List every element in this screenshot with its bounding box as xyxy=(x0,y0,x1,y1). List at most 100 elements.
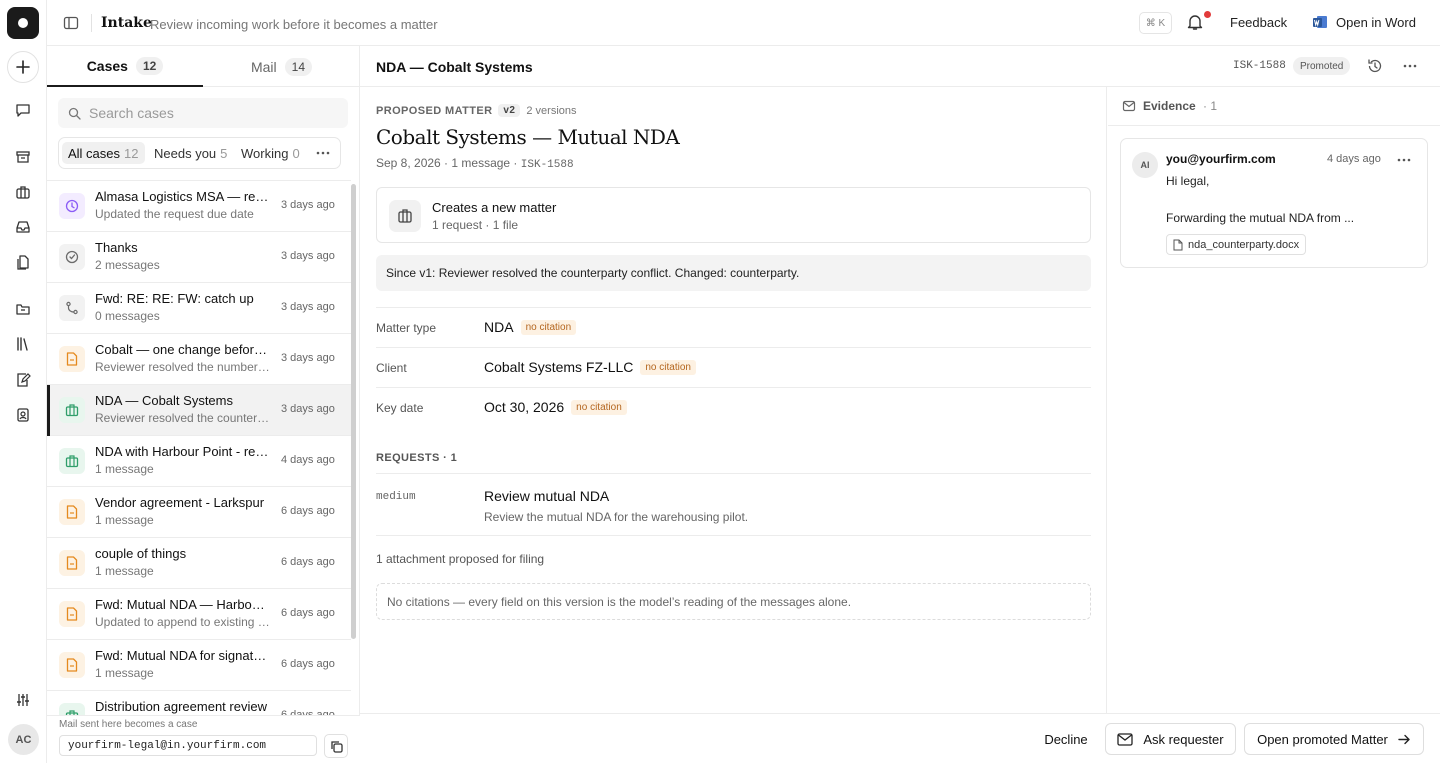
contacts-icon[interactable] xyxy=(13,405,33,425)
notification-bell-icon[interactable] xyxy=(1186,13,1204,31)
user-avatar[interactable]: AC xyxy=(8,724,39,755)
documents-icon[interactable] xyxy=(13,252,33,272)
case-row-title: Fwd: RE: RE: FW: catch up xyxy=(95,291,254,306)
request-row[interactable]: medium Review mutual NDA Review the mutu… xyxy=(376,473,1091,536)
no-citation-badge: no citation xyxy=(640,359,696,375)
no-citation-badge: no citation xyxy=(571,399,627,415)
case-row[interactable]: Fwd: Mutual NDA — Harbour Point Updated … xyxy=(47,589,351,640)
sidebar-toggle-icon[interactable] xyxy=(63,15,79,31)
history-icon[interactable] xyxy=(1367,58,1383,74)
filter-working[interactable]: Working 0 xyxy=(235,142,306,164)
more-filters-icon[interactable] xyxy=(312,143,334,163)
more-actions-icon[interactable] xyxy=(1403,64,1417,68)
chat-icon[interactable] xyxy=(13,100,33,120)
version-change-note: Since v1: Reviewer resolved the counterp… xyxy=(376,255,1091,291)
case-row[interactable]: Cobalt — one change before signing Revie… xyxy=(47,334,351,385)
request-priority: medium xyxy=(376,491,416,503)
eyebrow-label: PROPOSED MATTER xyxy=(376,104,493,117)
mail-body-greeting: Hi legal, xyxy=(1166,174,1210,188)
case-row[interactable]: Distribution agreement review 6 days ago xyxy=(47,691,351,715)
filter-label: Working xyxy=(241,145,289,161)
settings-sliders-icon[interactable] xyxy=(13,690,33,710)
case-row[interactable]: couple of things 1 message 6 days ago xyxy=(47,538,351,589)
file-icon xyxy=(1173,239,1183,250)
tab-cases[interactable]: Cases 12 xyxy=(47,46,203,87)
open-in-word-button[interactable]: Open in Word xyxy=(1336,15,1416,30)
archive-icon[interactable] xyxy=(13,147,33,167)
case-row-subtitle: 1 message xyxy=(95,564,154,578)
attachment-chip[interactable]: nda_counterparty.docx xyxy=(1166,234,1307,255)
filter-count: 0 xyxy=(292,145,300,161)
copy-address-button[interactable] xyxy=(324,734,348,758)
filter-count: 5 xyxy=(220,145,228,161)
mail-date: 4 days ago xyxy=(1327,153,1381,165)
search-box xyxy=(58,98,348,128)
open-promoted-matter-button[interactable]: Open promoted Matter xyxy=(1244,723,1424,755)
mail-icon xyxy=(1122,99,1136,113)
field-label: Key date xyxy=(376,401,424,415)
attachments-note: 1 attachment proposed for filing xyxy=(376,552,545,566)
matter-meta: Sep 8, 2026 · 1 message · ISK-1588 xyxy=(376,156,574,171)
matter-action-card[interactable]: Creates a new matter 1 request · 1 file xyxy=(376,187,1091,243)
case-row-date: 3 days ago xyxy=(281,352,335,364)
arrow-right-icon xyxy=(1398,734,1410,744)
case-list-pane: Cases 12 Mail 14 All cases 12 Needs you … xyxy=(47,46,360,763)
field-value[interactable]: Oct 30, 2026 xyxy=(484,399,564,415)
plus-icon xyxy=(16,60,30,74)
mail-more-icon[interactable] xyxy=(1397,153,1415,167)
case-row-subtitle: Updated to append to existing matter xyxy=(95,615,270,629)
edit-document-icon[interactable] xyxy=(13,370,33,390)
meta-id: ISK-1588 xyxy=(520,159,574,171)
case-header-title: NDA — Cobalt Systems xyxy=(376,59,533,75)
mailbox-address-field[interactable]: yourfirm-legal@in.yourfirm.com xyxy=(59,735,317,756)
case-row[interactable]: Fwd: RE: RE: FW: catch up 0 messages 3 d… xyxy=(47,283,351,334)
case-row-title: Fwd: Mutual NDA — Harbour Point xyxy=(95,597,270,612)
search-input[interactable] xyxy=(89,105,329,121)
filter-needs-you[interactable]: Needs you 5 xyxy=(148,142,233,164)
case-row[interactable]: Thanks 2 messages 3 days ago xyxy=(47,232,351,283)
notification-dot xyxy=(1204,11,1211,18)
word-icon xyxy=(1312,14,1328,30)
field-value[interactable]: NDA xyxy=(484,319,514,335)
case-row[interactable]: Fwd: Mutual NDA for signature 1 message … xyxy=(47,640,351,691)
proposed-matter-eyebrow: PROPOSED MATTER v2 2 versions xyxy=(376,104,577,117)
request-description: Review the mutual NDA for the warehousin… xyxy=(484,510,749,524)
case-row[interactable]: Almasa Logistics MSA — request due date … xyxy=(47,181,351,232)
building-icon xyxy=(59,397,85,423)
case-row-subtitle: Updated the request due date xyxy=(95,207,254,221)
case-row-title: Thanks xyxy=(95,240,138,255)
decline-label: Decline xyxy=(1044,731,1088,747)
tab-mail[interactable]: Mail 14 xyxy=(203,46,360,87)
case-row-title: Cobalt — one change before signing xyxy=(95,342,270,357)
case-row[interactable]: Vendor agreement - Larkspur 1 message 6 … xyxy=(47,487,351,538)
user-initials: AC xyxy=(15,733,32,746)
case-row-subtitle: 1 message xyxy=(95,513,154,527)
briefcase-icon[interactable] xyxy=(13,182,33,202)
app-logo[interactable] xyxy=(7,7,39,39)
list-scrollbar[interactable] xyxy=(351,184,356,639)
clock-icon xyxy=(59,193,85,219)
folder-icon[interactable] xyxy=(13,299,33,319)
evidence-header: Evidence · 1 xyxy=(1108,87,1440,126)
proposed-matter: PROPOSED MATTER v2 2 versions Cobalt Sys… xyxy=(360,87,1107,713)
field-value[interactable]: Cobalt Systems FZ-LLC xyxy=(484,359,633,375)
version-badge[interactable]: v2 xyxy=(498,104,521,117)
evidence-mail-card[interactable]: AI you@yourfirm.com 4 days ago Hi legal,… xyxy=(1120,138,1428,268)
case-row[interactable]: NDA — Cobalt Systems Reviewer resolved t… xyxy=(47,385,351,436)
no-citations-note: No citations — every field on this versi… xyxy=(376,583,1091,620)
versions-link[interactable]: 2 versions xyxy=(526,105,576,117)
library-icon[interactable] xyxy=(13,334,33,354)
evidence-count: · 1 xyxy=(1203,99,1218,113)
feedback-link[interactable]: Feedback xyxy=(1230,15,1287,30)
inbox-icon[interactable] xyxy=(13,217,33,237)
case-row[interactable]: NDA with Harbour Point - review 1 messag… xyxy=(47,436,351,487)
new-case-button[interactable] xyxy=(7,51,39,83)
tab-count: 12 xyxy=(135,56,164,75)
document-icon xyxy=(59,550,85,576)
decline-button[interactable]: Decline xyxy=(1032,723,1100,755)
requests-heading: REQUESTS · 1 xyxy=(376,452,458,464)
filter-all-cases[interactable]: All cases 12 xyxy=(62,142,145,164)
ask-requester-button[interactable]: Ask requester xyxy=(1105,723,1236,755)
command-shortcut-hint[interactable]: ⌘ K xyxy=(1139,12,1172,34)
app-rail: AC xyxy=(0,0,47,763)
